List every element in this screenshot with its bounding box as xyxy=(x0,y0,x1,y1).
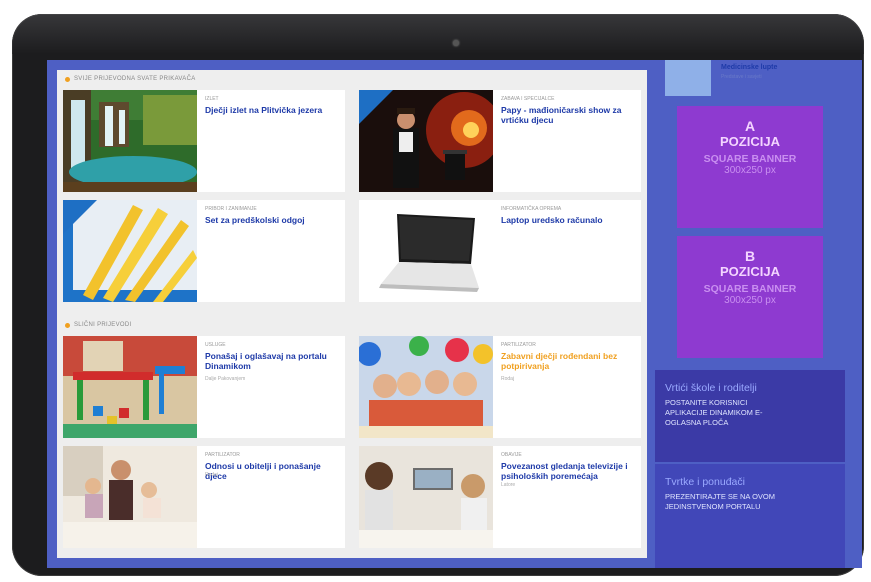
list-item-card[interactable]: PRIBOR I ZANIMANJE Set za predškolski od… xyxy=(63,200,345,302)
list-item-card[interactable]: INFORMATIČKA OPREMA Laptop uredsko račun… xyxy=(359,200,641,302)
card-image-family[interactable] xyxy=(63,446,197,548)
bullet-icon xyxy=(65,76,70,82)
sidebar-top-title[interactable]: Medicinske lupte xyxy=(721,64,777,71)
bullet-icon xyxy=(65,322,70,328)
list-item-card[interactable]: ZABAVA I SPECIJALCE Papy - mađioničarski… xyxy=(359,90,641,192)
section-header-featured: SVIJE PRIJEVODNA SVATE PRIKAVAČA xyxy=(65,76,196,82)
banner-position-a[interactable]: A POZICIJA SQUARE BANNER 300x250 px xyxy=(677,106,823,228)
card-title[interactable]: Dječji izlet na Plitvička jezera xyxy=(205,105,340,115)
card-category: OBAVIJE xyxy=(501,452,522,458)
sidebar-top-sub: Predstave i savjeti xyxy=(721,74,762,80)
list-item-card[interactable]: PARTILIZATOR Odnosi u obitelji i ponašan… xyxy=(63,446,345,548)
sidebar: Medicinske lupte Predstave i savjeti A P… xyxy=(655,60,855,568)
card-subtitle: Rodaj xyxy=(501,376,515,382)
banner-type: SQUARE BANNER xyxy=(703,283,797,295)
card-image-waterfall[interactable] xyxy=(63,90,197,192)
banner-letter: A xyxy=(744,118,756,134)
list-item-card[interactable]: USLUGE Ponašaj i oglašavaj na portalu Di… xyxy=(63,336,345,438)
card-subtitle: Rodaj xyxy=(205,472,219,478)
list-item-card[interactable]: PARTILIZATOR Zabavni dječji rođendani be… xyxy=(359,336,641,438)
banner-type: SQUARE BANNER xyxy=(703,153,797,165)
tablet-screen: SVIJE PRIJEVODNA SVATE PRIKAVAČA IZLET D… xyxy=(47,60,862,568)
card-title[interactable]: Ponašaj i oglašavaj na portalu Dinamikom xyxy=(205,351,340,371)
card-image-magician[interactable] xyxy=(359,90,493,192)
promo-text: PREZENTIRAJTE SE NA OVOM JEDINSTVENOM PO… xyxy=(665,492,776,511)
card-category: PARTILIZATOR xyxy=(205,452,240,458)
section-header-similar: SLIČNI PRIJEVODI xyxy=(65,322,131,328)
card-category: USLUGE xyxy=(205,342,226,348)
card-title[interactable]: Zabavni dječji rođendani bez potpirivanj… xyxy=(501,351,636,371)
card-subtitle: Latore xyxy=(501,482,516,488)
banner-label: POZICIJA xyxy=(720,264,780,279)
card-image-birthday[interactable] xyxy=(359,336,493,438)
camera-icon xyxy=(453,40,459,46)
sidebar-top-item[interactable]: Medicinske lupte Predstave i savjeti xyxy=(661,60,851,96)
card-category: IZLET xyxy=(205,96,219,102)
banner-letter: B xyxy=(744,248,756,264)
tablet-device: SVIJE PRIJEVODNA SVATE PRIKAVAČA IZLET D… xyxy=(12,14,864,576)
sidebar-top-thumb xyxy=(665,60,711,96)
list-item-card[interactable]: OBAVIJE Povezanost gledanja televizije i… xyxy=(359,446,641,548)
banner-dims: 300x250 px xyxy=(724,165,776,176)
card-category: PRIBOR I ZANIMANJE xyxy=(205,206,257,212)
card-title[interactable]: Odnosi u obitelji i ponašanje djece xyxy=(205,461,340,481)
card-image-laptop[interactable] xyxy=(359,200,493,302)
card-image-playroom[interactable] xyxy=(63,336,197,438)
promo-text: POSTANITE KORISNICI APLIKACIJE DINAMIKOM… xyxy=(665,398,763,427)
promo-heading: Tvrtke i ponuđači xyxy=(665,476,745,488)
card-category: PARTILIZATOR xyxy=(501,342,536,348)
main-content: SVIJE PRIJEVODNA SVATE PRIKAVAČA IZLET D… xyxy=(57,70,647,558)
card-category: ZABAVA I SPECIJALCE xyxy=(501,96,555,102)
card-title[interactable]: Set za predškolski odgoj xyxy=(205,215,340,225)
card-image-tv[interactable] xyxy=(359,446,493,548)
card-image-pencils[interactable] xyxy=(63,200,197,302)
section-label: SLIČNI PRIJEVODI xyxy=(74,322,132,328)
banner-position-b[interactable]: B POZICIJA SQUARE BANNER 300x250 px xyxy=(677,236,823,358)
card-title[interactable]: Papy - mađioničarski show za vrtićku dje… xyxy=(501,105,636,125)
promo-schools[interactable]: Vrtići škole i roditelji POSTANITE KORIS… xyxy=(655,370,845,462)
card-subtitle: Dalje Pakovanjem xyxy=(205,376,246,382)
banner-label: POZICIJA xyxy=(720,134,780,149)
card-title[interactable]: Povezanost gledanja televizije i psiholo… xyxy=(501,461,636,481)
section-label: SVIJE PRIJEVODNA SVATE PRIKAVAČA xyxy=(74,76,196,82)
card-category: INFORMATIČKA OPREMA xyxy=(501,206,562,212)
banner-dims: 300x250 px xyxy=(724,295,776,306)
promo-companies[interactable]: Tvrtke i ponuđači PREZENTIRAJTE SE NA OV… xyxy=(655,464,845,568)
list-item-card[interactable]: IZLET Dječji izlet na Plitvička jezera xyxy=(63,90,345,192)
card-title[interactable]: Laptop uredsko računalo xyxy=(501,215,636,225)
promo-heading: Vrtići škole i roditelji xyxy=(665,382,757,394)
